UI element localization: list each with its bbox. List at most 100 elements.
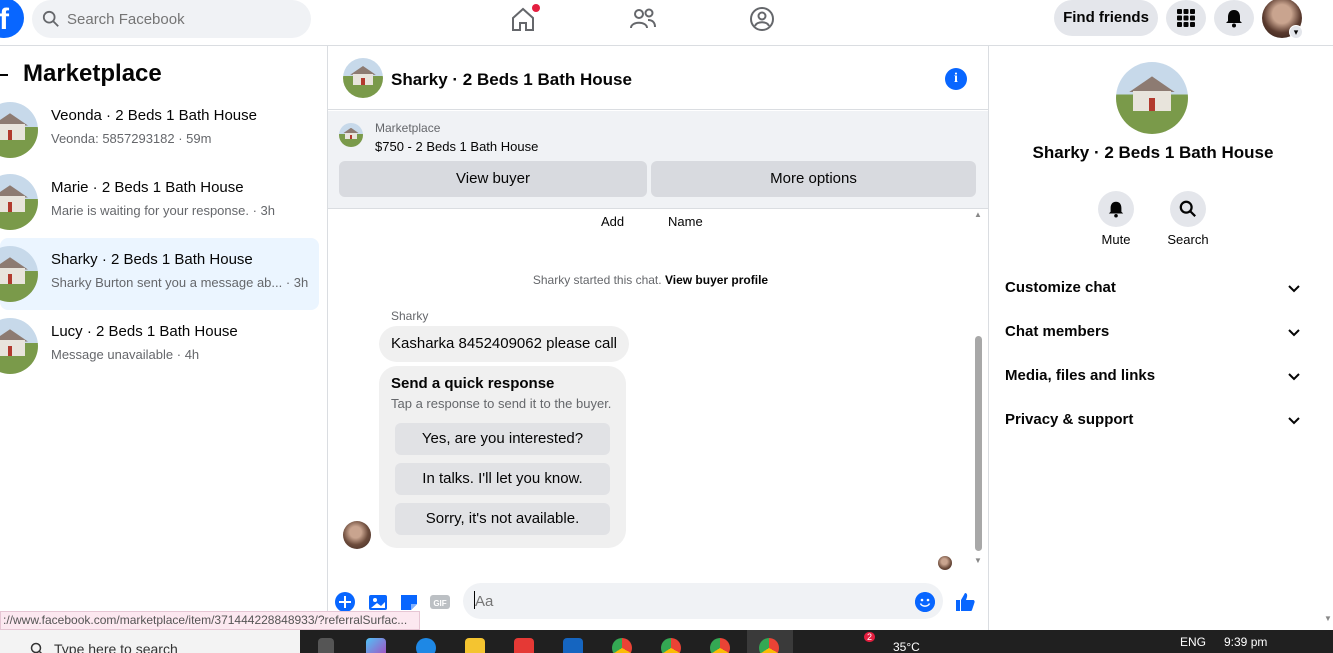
find-friends-button[interactable]: Find friends [1054, 0, 1158, 36]
temperature[interactable]: 35°C [893, 640, 920, 653]
scroll-down-arrow-icon[interactable]: ▼ [974, 556, 982, 565]
listing-thumbnail [0, 246, 38, 302]
groups-icon [750, 7, 774, 31]
text-caret [474, 591, 475, 609]
customize-chat-section[interactable]: Customize chat [1005, 279, 1301, 303]
listing-thumbnail [0, 318, 38, 374]
search-input[interactable] [67, 10, 287, 28]
copilot-icon[interactable] [366, 638, 386, 653]
chrome-icon[interactable] [612, 638, 632, 653]
menu-button[interactable] [1166, 0, 1206, 36]
search-icon [30, 642, 43, 653]
outlook-icon[interactable] [563, 638, 583, 653]
message-input[interactable] [463, 583, 943, 619]
listing-thumbnail[interactable] [339, 123, 363, 147]
thumbs-up-icon[interactable] [954, 591, 976, 613]
section-label: Media, files and links [1005, 367, 1156, 384]
message-composer: GIF [328, 581, 988, 621]
section-label: Customize chat [1005, 279, 1116, 296]
add-label[interactable]: Add [601, 214, 624, 229]
scrollbar-thumb[interactable] [975, 336, 982, 551]
listing-thumbnail [0, 174, 38, 230]
conversation-item[interactable]: Marie · 2 Beds 1 Bath House Marie is wai… [0, 166, 319, 238]
emoji-icon[interactable] [915, 592, 935, 612]
gif-icon[interactable]: GIF [429, 591, 451, 613]
view-buyer-profile-link[interactable]: View buyer profile [665, 273, 768, 287]
quick-response-option[interactable]: Sorry, it's not available. [395, 503, 610, 535]
listing-price-title[interactable]: $750 - 2 Beds 1 Bath House [375, 139, 538, 154]
search-in-chat-button[interactable]: Search [1148, 191, 1228, 247]
plus-circle-icon[interactable] [334, 591, 356, 613]
clock-time[interactable]: 9:39 pm [1224, 635, 1267, 649]
conversation-item[interactable]: Lucy · 2 Beds 1 Bath House Message unava… [0, 310, 319, 382]
info-icon[interactable]: i [945, 68, 967, 90]
chat-panel: Sharky · 2 Beds 1 Bath House i Marketpla… [328, 46, 989, 653]
conversation-preview: Message unavailable · 4h [51, 347, 200, 362]
more-options-button[interactable]: More options [651, 161, 976, 197]
notifications-button[interactable] [1214, 0, 1254, 36]
windows-taskbar: Type here to search 2 35°C ENG 9:39 pm [0, 630, 1333, 653]
chrome-icon[interactable] [759, 638, 779, 653]
groups-tab[interactable] [747, 4, 777, 34]
weather-badge: 2 [864, 632, 876, 642]
privacy-support-section[interactable]: Privacy & support [1005, 411, 1301, 435]
search-icon [42, 10, 59, 27]
photo-icon[interactable] [367, 591, 389, 613]
scroll-up-arrow-icon[interactable]: ▲ [974, 210, 982, 219]
message-bubble: Kasharka 8452409062 please call [379, 326, 630, 362]
conversation-title: Sharky · 2 Beds 1 Bath House [51, 251, 253, 268]
chat-details-title: Sharky · 2 Beds 1 Bath House [1032, 143, 1274, 162]
conversation-preview: Sharky Burton sent you a message ab... ·… [51, 275, 309, 290]
conversation-title: Lucy · 2 Beds 1 Bath House [51, 323, 238, 340]
name-label[interactable]: Name [668, 214, 703, 229]
search-label: Search [1167, 232, 1209, 247]
task-view-icon[interactable] [318, 638, 334, 653]
conversation-title: Veonda · 2 Beds 1 Bath House [51, 107, 257, 124]
quick-response-card: Send a quick response Tap a response to … [379, 366, 626, 548]
grid-menu-icon [1177, 9, 1195, 27]
chrome-icon[interactable] [710, 638, 730, 653]
back-arrow-icon[interactable] [0, 74, 8, 76]
link-status-url: ://www.facebook.com/marketplace/item/371… [0, 611, 420, 630]
bell-icon [1226, 10, 1242, 28]
listing-banner: Marketplace $750 - 2 Beds 1 Bath House V… [328, 111, 988, 209]
read-receipt-avatar [938, 556, 952, 570]
conversation-preview: Marie is waiting for your response. · 3h [51, 203, 275, 218]
conversation-item[interactable]: Veonda · 2 Beds 1 Bath House Veonda: 585… [0, 94, 319, 166]
sticker-icon[interactable] [398, 591, 420, 613]
media-files-links-section[interactable]: Media, files and links [1005, 367, 1301, 391]
quick-response-option[interactable]: Yes, are you interested? [395, 423, 610, 455]
chat-members-section[interactable]: Chat members [1005, 323, 1301, 347]
taskbar-search-text: Type here to search [54, 641, 178, 653]
home-tab[interactable] [508, 4, 540, 34]
store-icon[interactable] [514, 638, 534, 653]
sender-name: Sharky [391, 309, 429, 323]
mute-button[interactable]: Mute [1076, 191, 1156, 247]
conversation-item-active[interactable]: Sharky · 2 Beds 1 Bath House Sharky Burt… [0, 238, 319, 310]
notification-dot [532, 4, 540, 12]
chevron-down-icon[interactable]: ▾ [1289, 25, 1303, 39]
conversation-title: Marie · 2 Beds 1 Bath House [51, 179, 244, 196]
edge-icon[interactable] [416, 638, 436, 653]
chat-details-panel: Sharky · 2 Beds 1 Bath House Mute Search… [989, 46, 1333, 626]
input-language[interactable]: ENG [1180, 635, 1206, 649]
chat-large-thumbnail [1116, 62, 1188, 134]
sender-avatar [343, 521, 371, 549]
taskbar-search[interactable]: Type here to search [0, 630, 300, 653]
quick-response-subtitle: Tap a response to send it to the buyer. [391, 396, 612, 411]
chrome-icon[interactable] [661, 638, 681, 653]
chat-thumbnail[interactable] [343, 58, 383, 98]
chat-title[interactable]: Sharky · 2 Beds 1 Bath House [391, 70, 632, 90]
section-label: Chat members [1005, 323, 1110, 340]
quick-response-option[interactable]: In talks. I'll let you know. [395, 463, 610, 495]
view-buyer-button[interactable]: View buyer [339, 161, 647, 197]
facebook-logo[interactable]: f [0, 0, 24, 38]
search-box[interactable] [32, 0, 311, 38]
friends-tab[interactable] [628, 4, 658, 34]
file-explorer-icon[interactable] [465, 638, 485, 653]
listing-thumbnail [0, 102, 38, 158]
chat-started-text: Sharky started this chat. [532, 273, 662, 287]
scroll-down-arrow-icon[interactable]: ▼ [1324, 614, 1332, 623]
top-navigation-bar: f Find friends ▾ [0, 0, 1333, 46]
chat-started-notice: Sharky started this chat. View buyer pro… [328, 273, 973, 287]
